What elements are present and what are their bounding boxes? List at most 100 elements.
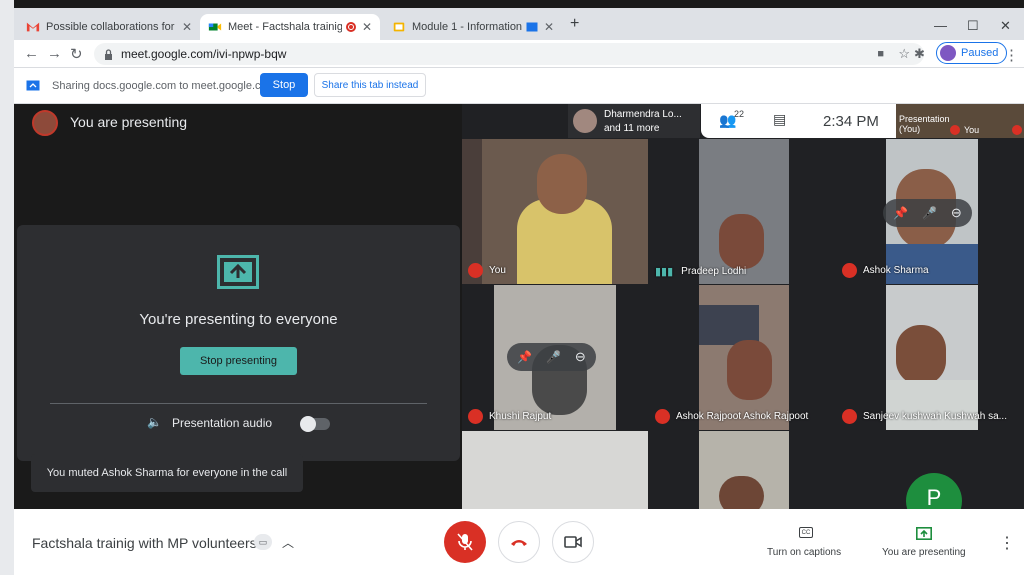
presenting-header: You are presenting xyxy=(70,114,188,130)
present-icon[interactable] xyxy=(916,527,932,540)
video-feed xyxy=(699,305,759,345)
pin-icon[interactable]: 📌 xyxy=(893,206,908,220)
bookmark-star-icon[interactable]: ☆ xyxy=(898,46,910,62)
reload-icon[interactable]: ↻ xyxy=(70,45,83,63)
video-feed xyxy=(462,431,648,509)
speaking-indicator-icon: ▮▮▮ xyxy=(655,266,674,278)
tab-meet[interactable]: Meet - Factshala trainig with ✕ xyxy=(200,14,380,40)
back-icon[interactable]: ← xyxy=(24,45,39,62)
maximize-icon[interactable]: ☐ xyxy=(967,18,979,34)
presenting-status: You're presenting to everyone xyxy=(139,311,338,328)
stop-sharing-button[interactable]: Stop xyxy=(260,73,308,97)
mute-participant-icon[interactable]: 🎤 xyxy=(546,350,561,364)
camera-icon xyxy=(564,536,582,548)
meeting-info-bar: 👥 22 ▤ 2:34 PM xyxy=(701,104,896,138)
participant-tile[interactable] xyxy=(462,431,648,509)
mic-off-icon xyxy=(655,409,670,424)
video-feed xyxy=(719,214,764,269)
participant-tile[interactable]: 📌 🎤 ⊖ Khushi Rajput xyxy=(462,285,648,430)
avatar xyxy=(32,110,58,136)
address-toolbar: ← → ↻ meet.google.com/ivi-npwp-bqw ■ ☆ ✱… xyxy=(14,40,1024,68)
tab-gmail[interactable]: Possible collaborations for WCC2 ✕ xyxy=(18,14,200,40)
mic-off-icon xyxy=(842,263,857,278)
url-text: meet.google.com/ivi-npwp-bqw xyxy=(121,47,287,61)
mic-off-icon xyxy=(950,125,960,135)
forward-icon[interactable]: → xyxy=(47,45,62,62)
meet-icon xyxy=(208,23,222,31)
extensions-icon[interactable]: ✱ xyxy=(914,46,925,62)
captions-icon[interactable]: CC xyxy=(799,527,813,538)
clock: 2:34 PM xyxy=(823,113,879,130)
participant-tile[interactable]: Sanjeev kushwah Kushwah sa... xyxy=(836,285,1024,430)
avatar xyxy=(940,45,956,61)
remove-icon[interactable]: ⊖ xyxy=(951,205,962,221)
pin-icon[interactable]: 📌 xyxy=(517,350,532,364)
muted-toast: You muted Ashok Sharma for everyone in t… xyxy=(31,454,303,492)
meeting-details-icon[interactable]: ▭ xyxy=(254,534,272,550)
participant-name: You xyxy=(468,263,506,278)
mute-participant-icon[interactable]: 🎤 xyxy=(922,206,937,220)
tab-title: Possible collaborations for WCC2 xyxy=(46,21,176,33)
camera-toggle-button[interactable] xyxy=(552,521,594,563)
recording-icon xyxy=(345,22,356,32)
mic-off-icon xyxy=(457,533,473,551)
tab-module[interactable]: Module 1 - Information, New ✕ xyxy=(384,14,562,40)
tile-hover-controls: 📌 🎤 ⊖ xyxy=(507,343,596,371)
avatar xyxy=(573,109,597,133)
profile-paused-button[interactable]: Paused xyxy=(936,42,1008,64)
hang-up-icon xyxy=(511,540,527,546)
close-tab-icon[interactable]: ✕ xyxy=(362,20,372,34)
sharing-message: Sharing docs.google.com to meet.google.c… xyxy=(52,80,276,92)
share-this-tab-button[interactable]: Share this tab instead xyxy=(314,73,426,97)
participant-name: Sanjeev kushwah Kushwah sa... xyxy=(842,409,1007,424)
mic-toggle-button[interactable] xyxy=(444,521,486,563)
mic-off-icon xyxy=(468,409,483,424)
minimize-icon[interactable]: — xyxy=(934,18,947,33)
participant-tile[interactable]: You xyxy=(462,139,648,284)
participant-tile[interactable]: Ashok Rajpoot Ashok Rajpoot xyxy=(649,285,835,430)
meeting-title[interactable]: Factshala trainig with MP volunteers xyxy=(32,535,257,551)
close-tab-icon[interactable]: ✕ xyxy=(544,20,554,34)
participant-grid: You ▮▮▮Pradeep Lodhi 📌 🎤 ⊖ Ashok Sharma xyxy=(462,139,1024,509)
presentation-audio-toggle[interactable] xyxy=(300,416,330,432)
chat-icon[interactable]: ▤ xyxy=(773,111,786,128)
presenting-pane: You are presenting You're presenting to … xyxy=(14,104,462,509)
screen-top-edge xyxy=(0,0,1024,8)
close-window-icon[interactable]: ✕ xyxy=(1000,18,1011,34)
gmail-icon xyxy=(26,22,40,32)
participant-tile[interactable]: ▮▮▮ Pradeep Lodhi xyxy=(649,139,835,284)
participant-tile[interactable] xyxy=(649,431,835,509)
presentation-panel: You're presenting to everyone Stop prese… xyxy=(17,225,460,461)
meeting-controls-bar: Factshala trainig with MP volunteers ▭ ︿… xyxy=(14,509,1024,575)
screen-share-tab-icon xyxy=(526,22,538,32)
meet-stage: You are presenting You're presenting to … xyxy=(14,104,1024,509)
close-tab-icon[interactable]: ✕ xyxy=(182,20,192,34)
participant-name: Ashok Rajpoot Ashok Rajpoot xyxy=(655,409,808,424)
presentation-audio-label: Presentation audio xyxy=(172,416,273,430)
participant-tile[interactable]: P xyxy=(836,431,1024,509)
desktop-left-edge xyxy=(0,0,14,575)
browser-tab-bar: Possible collaborations for WCC2 ✕ Meet … xyxy=(14,8,1024,40)
leave-call-button[interactable] xyxy=(498,521,540,563)
presenting-label[interactable]: You are presenting xyxy=(882,547,966,558)
stop-presenting-button[interactable]: Stop presenting xyxy=(180,347,297,375)
new-tab-icon[interactable]: + xyxy=(570,15,579,33)
slides-icon xyxy=(393,22,405,32)
remove-icon[interactable]: ⊖ xyxy=(575,349,586,365)
tab-title: Module 1 - Information, New xyxy=(412,21,522,33)
self-preview[interactable]: Presentation (You) You xyxy=(896,104,1024,138)
participant-name: Ashok Sharma xyxy=(842,263,929,278)
lock-icon xyxy=(105,48,112,60)
chevron-up-icon[interactable]: ︿ xyxy=(282,534,294,551)
captions-label[interactable]: Turn on captions xyxy=(767,547,841,558)
participant-tile[interactable]: 📌 🎤 ⊖ Ashok Sharma xyxy=(836,139,1024,284)
url-bar[interactable]: meet.google.com/ivi-npwp-bqw ■ ☆ xyxy=(94,43,924,65)
paused-label: Paused xyxy=(961,47,999,59)
video-feed xyxy=(896,325,946,385)
self-preview-label: Presentation (You) xyxy=(899,114,950,134)
camera-status-icon[interactable]: ■ xyxy=(877,48,884,60)
participant-name: ▮▮▮ Pradeep Lodhi xyxy=(655,266,747,278)
more-options-icon[interactable]: ⋮ xyxy=(999,533,1015,553)
video-feed xyxy=(727,340,772,400)
kebab-menu-icon[interactable]: ⋮ xyxy=(1004,46,1019,64)
